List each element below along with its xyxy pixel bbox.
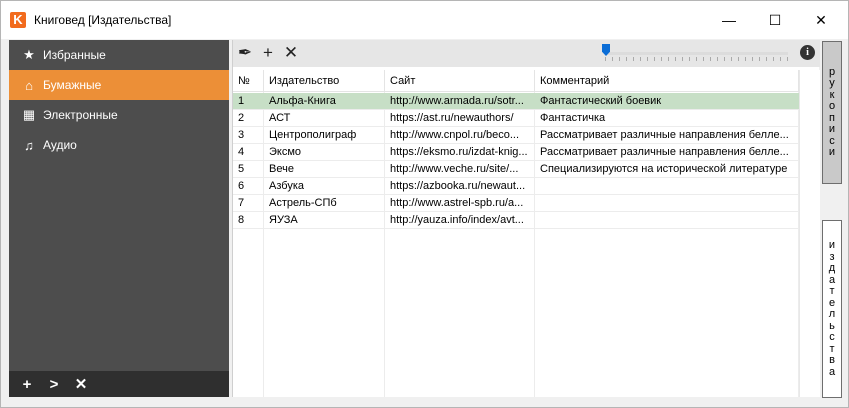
cell-number: 7 bbox=[238, 197, 245, 209]
cell-comment bbox=[535, 178, 799, 195]
cell-number: 6 bbox=[238, 180, 245, 192]
star-icon: ★ bbox=[23, 47, 35, 62]
tab-letter: а bbox=[828, 365, 836, 378]
table-row[interactable]: 8 ЯУЗА http://yauza.info/index/avt... bbox=[233, 212, 799, 229]
app-window: K Книговед [Издательства] — ☐ ✕ ★ Избран… bbox=[0, 0, 849, 408]
cell-comment: Фантастический боевик bbox=[540, 95, 662, 107]
sidebar-item-audio[interactable]: ♫ Аудио bbox=[9, 130, 229, 160]
tab-letter: о bbox=[828, 100, 836, 112]
publishers-table: № Издательство Сайт Комментарий 1 Альфа-К… bbox=[233, 70, 799, 397]
tab-letter: и bbox=[828, 146, 836, 158]
sidebar-item-label: Аудио bbox=[43, 138, 77, 152]
cell-site: http://yauza.info/index/avt... bbox=[390, 214, 524, 226]
vertical-scrollbar[interactable] bbox=[799, 70, 820, 397]
table-row[interactable]: 7 Астрель-СПб http://www.astrel-spb.ru/a..… bbox=[233, 195, 799, 212]
edit-pen-icon[interactable]: ✒ bbox=[236, 43, 254, 62]
cell-number: 2 bbox=[238, 112, 245, 124]
cell-publisher: Вече bbox=[269, 163, 294, 175]
tab-publishers[interactable]: издательства bbox=[822, 220, 842, 398]
grid-toolbar: ✒ + ✕ i bbox=[233, 40, 820, 67]
cell-site: http://www.armada.ru/sotr... bbox=[390, 95, 524, 107]
sidebar-item-label: Электронные bbox=[43, 108, 118, 122]
cell-comment bbox=[535, 212, 799, 229]
cell-site: http://www.cnpol.ru/beco... bbox=[390, 129, 520, 141]
window-title: Книговед [Издательства] bbox=[34, 13, 172, 27]
tab-letter: в bbox=[829, 354, 835, 366]
app-logo-icon: K bbox=[10, 12, 26, 28]
next-icon[interactable]: > bbox=[45, 376, 63, 393]
table-row[interactable]: 3 Центрополиграф http://www.cnpol.ru/beco.… bbox=[233, 127, 799, 144]
cell-publisher: Центрополиграф bbox=[269, 129, 357, 141]
tab-letter: у bbox=[829, 77, 835, 89]
table-row[interactable]: 6 Азбука https://azbooka.ru/newaut... bbox=[233, 178, 799, 195]
tab-letter: и bbox=[828, 239, 836, 251]
column-header-comment[interactable]: Комментарий bbox=[535, 70, 799, 92]
row-divider bbox=[233, 228, 799, 229]
cell-number: 1 bbox=[238, 95, 245, 107]
sidebar-bottom-toolbar: + > ✕ bbox=[9, 371, 229, 397]
cell-site: https://ast.ru/newauthors/ bbox=[390, 112, 514, 124]
cell-comment: Рассматривает различные направления белл… bbox=[540, 146, 789, 158]
cell-publisher: Астрель-СПб bbox=[269, 197, 337, 209]
cell-site: https://eksmo.ru/izdat-knig... bbox=[390, 146, 528, 158]
cell-site: http://www.astrel-spb.ru/a... bbox=[390, 197, 524, 209]
sidebar-item-label: Избранные bbox=[43, 48, 106, 62]
cell-number: 8 bbox=[238, 214, 245, 226]
table-row[interactable]: 2 АСТ https://ast.ru/newauthors/Фантастичк… bbox=[233, 110, 799, 127]
maximize-button[interactable]: ☐ bbox=[752, 1, 798, 39]
cell-comment bbox=[535, 195, 799, 212]
sidebar-item-favorites[interactable]: ★ Избранные bbox=[9, 40, 229, 70]
sidebar: ★ Избранные ⌂ Бумажные ▦ Электронные ♫ А… bbox=[9, 40, 229, 397]
title-bar: K Книговед [Издательства] — ☐ ✕ bbox=[1, 1, 848, 39]
cell-number: 3 bbox=[238, 129, 245, 141]
column-header-site[interactable]: Сайт bbox=[385, 70, 535, 92]
tiles-icon: ▦ bbox=[22, 107, 36, 122]
tab-letter: и bbox=[828, 123, 836, 135]
cell-comment: Специализируются на исторической литерат… bbox=[540, 163, 788, 175]
column-header-number[interactable]: № bbox=[233, 70, 264, 92]
cell-comment: Фантастичка bbox=[540, 112, 606, 124]
tab-letter: с bbox=[829, 331, 835, 343]
cell-site: https://azbooka.ru/newaut... bbox=[390, 180, 526, 192]
house-icon: ⌂ bbox=[25, 77, 33, 93]
tab-manuscripts[interactable]: рукописи bbox=[822, 41, 842, 184]
tab-letter: т bbox=[829, 285, 835, 297]
cell-publisher: Азбука bbox=[269, 180, 304, 192]
cell-number: 5 bbox=[238, 163, 245, 175]
tab-letter: д bbox=[828, 262, 836, 274]
delete-icon[interactable]: ✕ bbox=[72, 375, 90, 393]
cell-comment: Рассматривает различные направления белл… bbox=[540, 129, 789, 141]
close-button[interactable]: ✕ bbox=[798, 1, 844, 39]
zoom-slider-track[interactable] bbox=[605, 52, 788, 55]
headphones-icon: ♫ bbox=[24, 137, 34, 153]
zoom-slider-ticks bbox=[605, 57, 788, 61]
add-icon[interactable]: + bbox=[259, 43, 277, 62]
table-row[interactable]: 4 Эксмо https://eksmo.ru/izdat-knig... Расс… bbox=[233, 144, 799, 161]
delete-icon[interactable]: ✕ bbox=[282, 43, 300, 62]
cell-publisher: ЯУЗА bbox=[269, 214, 298, 226]
cell-publisher: Альфа-Книга bbox=[269, 95, 336, 107]
table-row[interactable]: 5 Вече http://www.veche.ru/site/... Специал… bbox=[233, 161, 799, 178]
info-icon[interactable]: i bbox=[800, 45, 815, 60]
cell-number: 4 bbox=[238, 146, 245, 158]
table-row[interactable]: 1 Альфа-Книга http://www.armada.ru/sotr...… bbox=[233, 93, 799, 110]
tab-letter: л bbox=[828, 308, 836, 320]
minimize-button[interactable]: — bbox=[706, 1, 752, 39]
cell-publisher: Эксмо bbox=[269, 146, 302, 158]
add-icon[interactable]: + bbox=[18, 376, 36, 393]
sidebar-item-label: Бумажные bbox=[43, 78, 102, 92]
cell-publisher: АСТ bbox=[269, 112, 291, 124]
main-panel: ✒ + ✕ i № Издательство Сайт Комментарий … bbox=[232, 40, 820, 397]
sidebar-item-electronic[interactable]: ▦ Электронные bbox=[9, 100, 229, 130]
sidebar-item-paper[interactable]: ⌂ Бумажные bbox=[9, 70, 229, 100]
column-header-publisher[interactable]: Издательство bbox=[264, 70, 385, 92]
cell-site: http://www.veche.ru/site/... bbox=[390, 163, 519, 175]
